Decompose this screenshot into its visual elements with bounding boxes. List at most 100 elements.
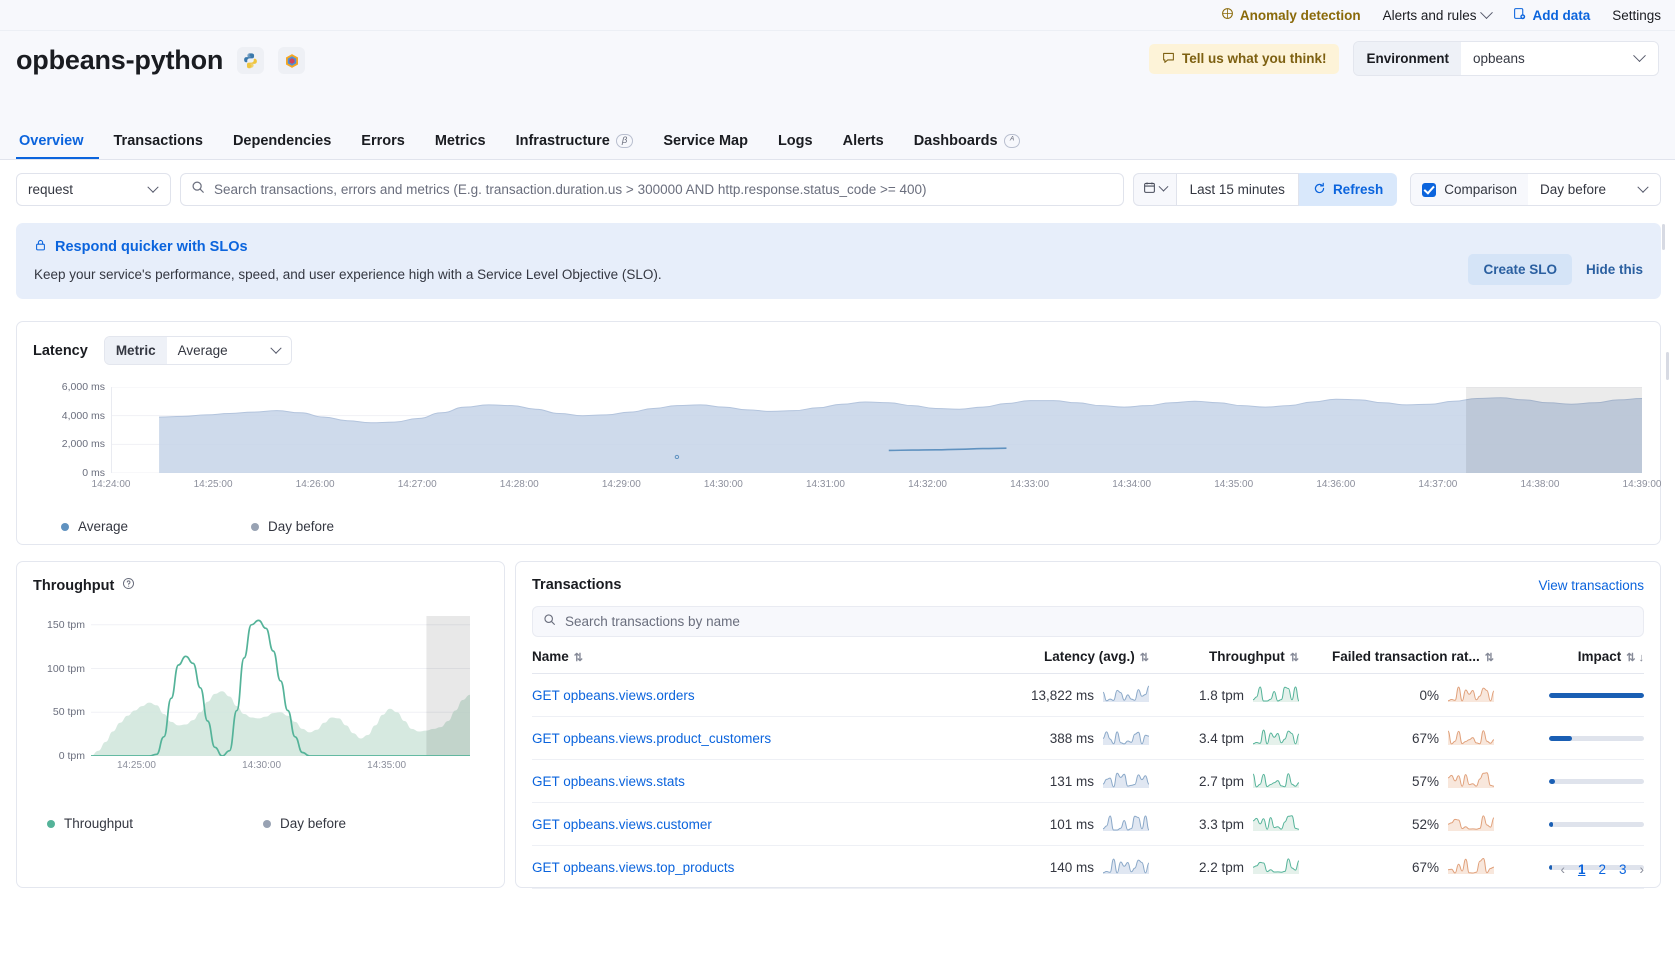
transaction-name-link[interactable]: GET opbeans.views.top_products bbox=[532, 860, 734, 875]
throughput-chart[interactable]: 0 tpm50 tpm100 tpm150 tpm 14:25:0014:30:… bbox=[33, 616, 488, 776]
legend-item[interactable]: Day before bbox=[263, 816, 346, 831]
table-row[interactable]: GET opbeans.views.top_products140 ms2.2 … bbox=[532, 846, 1644, 889]
tab-transactions[interactable]: Transactions bbox=[99, 134, 218, 160]
sort-icon[interactable]: ⇅ bbox=[574, 652, 583, 664]
x-axis-tick-label: 14:25:00 bbox=[117, 760, 156, 771]
pagination-prev[interactable]: ‹ bbox=[1560, 862, 1565, 877]
tab-dependencies[interactable]: Dependencies bbox=[218, 134, 346, 160]
failed-rate-cell-sparkline bbox=[1448, 728, 1494, 748]
legend-item[interactable]: Throughput bbox=[47, 816, 263, 831]
apm-service-overview-page: Anomaly detection Alerts and rules Add d… bbox=[0, 0, 1675, 957]
sort-icon[interactable]: ⇅ bbox=[1290, 652, 1299, 664]
transactions-search-input[interactable]: Search transactions by name bbox=[532, 606, 1644, 637]
refresh-label: Refresh bbox=[1333, 182, 1383, 197]
sort-icon[interactable]: ⇅ bbox=[1485, 652, 1494, 664]
tab-errors[interactable]: Errors bbox=[346, 134, 420, 160]
tab-service-map[interactable]: Service Map bbox=[648, 134, 763, 160]
x-axis-tick-label: 14:24:00 bbox=[92, 479, 131, 490]
latency-chart[interactable]: 0 ms2,000 ms4,000 ms6,000 ms 14:24:00 14:… bbox=[33, 387, 1644, 495]
tab-label: Dashboards bbox=[914, 134, 998, 149]
x-axis-tick-label: 14:34:00 bbox=[1112, 479, 1151, 490]
throughput-cell-sparkline bbox=[1253, 857, 1299, 877]
latency-cell-value: 131 ms bbox=[1050, 774, 1094, 789]
column-header-label: Latency (avg.) bbox=[1044, 649, 1135, 664]
panel-scrollbar[interactable] bbox=[1662, 224, 1665, 250]
transaction-name-cell: GET opbeans.views.product_customers bbox=[532, 717, 974, 760]
latency-y-axis: 0 ms2,000 ms4,000 ms6,000 ms bbox=[33, 387, 111, 473]
date-range-value[interactable]: Last 15 minutes bbox=[1177, 173, 1299, 206]
create-slo-button[interactable]: Create SLO bbox=[1468, 254, 1572, 285]
table-row[interactable]: GET opbeans.views.stats 131 ms 2.7 tpm 57% bbox=[532, 760, 1644, 803]
hide-this-button[interactable]: Hide this bbox=[1586, 262, 1643, 277]
tab-infrastructure[interactable]: Infrastructureβ bbox=[501, 134, 649, 160]
failed-rate-cell: 57% bbox=[1299, 760, 1494, 803]
transaction-name-link[interactable]: GET opbeans.views.stats bbox=[532, 774, 685, 789]
view-transactions-link[interactable]: View transactions bbox=[1538, 578, 1644, 593]
anomaly-detection-button[interactable]: Anomaly detection bbox=[1221, 7, 1361, 23]
slo-callout: Respond quicker with SLOs Keep your serv… bbox=[16, 223, 1661, 299]
throughput-cell: 1.8 tpm bbox=[1149, 674, 1299, 717]
refresh-button[interactable]: Refresh bbox=[1299, 173, 1397, 206]
column-header-name[interactable]: Name⇅ bbox=[532, 639, 974, 674]
column-header-latency-avg[interactable]: Latency (avg.) ⇅ bbox=[974, 639, 1149, 674]
tab-label: Alerts bbox=[843, 134, 884, 149]
settings-button[interactable]: Settings bbox=[1612, 8, 1661, 23]
y-axis-tick-label: 6,000 ms bbox=[62, 381, 105, 393]
table-row[interactable]: GET opbeans.views.product_customers 388 m… bbox=[532, 717, 1644, 760]
column-header-impact[interactable]: Impact⇅ ↓ bbox=[1494, 639, 1644, 674]
throughput-panel: Throughput 0 tpm50 tpm100 tpm150 tpm 14:… bbox=[16, 561, 505, 888]
comparison-select[interactable]: Day before bbox=[1528, 174, 1660, 205]
tab-metrics[interactable]: Metrics bbox=[420, 134, 501, 160]
comparison-checkbox[interactable]: Comparison bbox=[1411, 174, 1528, 205]
pagination-page-2[interactable]: 2 bbox=[1598, 862, 1606, 877]
table-row[interactable]: GET opbeans.views.orders 13,822 ms 1.8 tpm… bbox=[532, 674, 1644, 717]
transaction-name-link[interactable]: GET opbeans.views.customer bbox=[532, 817, 712, 832]
slo-callout-body: Keep your service's performance, speed, … bbox=[34, 267, 1643, 282]
latency-cell-sparkline bbox=[1103, 728, 1149, 748]
transaction-type-select[interactable]: request bbox=[16, 173, 171, 206]
sort-icon[interactable]: ⇅ bbox=[1140, 652, 1149, 664]
table-row[interactable]: GET opbeans.views.customer101 ms3.3 tpm5… bbox=[532, 803, 1644, 846]
pagination-page-1[interactable]: 1 bbox=[1578, 862, 1586, 877]
tab-alerts[interactable]: Alerts bbox=[828, 134, 899, 160]
tab-dashboards[interactable]: Dashboardsᴬ bbox=[899, 134, 1035, 160]
latency-cell: 131 ms bbox=[974, 760, 1149, 803]
environment-select[interactable]: opbeans bbox=[1461, 42, 1658, 75]
feedback-button[interactable]: Tell us what you think! bbox=[1149, 44, 1340, 74]
calendar-quickmenu-button[interactable] bbox=[1133, 173, 1177, 206]
tab-overview[interactable]: Overview bbox=[16, 134, 99, 160]
alerts-and-rules-menu[interactable]: Alerts and rules bbox=[1383, 8, 1492, 23]
add-data-label: Add data bbox=[1532, 8, 1590, 23]
impact-bar bbox=[1549, 822, 1644, 827]
legend-item[interactable]: Average bbox=[61, 519, 251, 534]
add-data-button[interactable]: Add data bbox=[1513, 7, 1590, 23]
column-header-throughput[interactable]: Throughput⇅ bbox=[1149, 639, 1299, 674]
pagination-page-3[interactable]: 3 bbox=[1619, 862, 1627, 877]
failed-rate-cell: 67% bbox=[1299, 846, 1494, 889]
throughput-y-axis: 0 tpm50 tpm100 tpm150 tpm bbox=[33, 616, 91, 756]
impact-bar bbox=[1549, 736, 1644, 741]
tab-logs[interactable]: Logs bbox=[763, 134, 828, 160]
metric-select[interactable]: Average bbox=[167, 337, 291, 364]
pagination-next[interactable]: › bbox=[1640, 862, 1645, 877]
pagination: ‹ 123 › bbox=[1560, 862, 1644, 877]
column-header-failed-transaction-rat[interactable]: Failed transaction rat...⇅ bbox=[1299, 639, 1494, 674]
x-axis-tick-label: 14:35:00 bbox=[1214, 479, 1253, 490]
throughput-cell-value: 2.7 tpm bbox=[1199, 774, 1244, 789]
latency-cell-value: 388 ms bbox=[1050, 731, 1094, 746]
transactions-table: Name⇅Latency (avg.)⇅Throughput⇅Failed tr… bbox=[532, 639, 1644, 889]
latency-cell-value: 13,822 ms bbox=[1031, 688, 1094, 703]
x-axis-tick-label: 14:37:00 bbox=[1418, 479, 1457, 490]
transaction-name-link[interactable]: GET opbeans.views.product_customers bbox=[532, 731, 771, 746]
sort-icon[interactable]: ⇅ ↓ bbox=[1626, 652, 1644, 664]
help-icon[interactable] bbox=[122, 577, 135, 594]
latency-cell: 140 ms bbox=[974, 846, 1149, 889]
legend-item[interactable]: Day before bbox=[251, 519, 334, 534]
failed-rate-cell-sparkline bbox=[1448, 814, 1494, 834]
panel-scrollbar[interactable] bbox=[1666, 352, 1669, 380]
search-input[interactable]: Search transactions, errors and metrics … bbox=[180, 173, 1124, 206]
throughput-cell-sparkline bbox=[1253, 771, 1299, 791]
latency-cell-value: 140 ms bbox=[1050, 860, 1094, 875]
y-axis-tick-label: 0 ms bbox=[82, 467, 105, 479]
transaction-name-link[interactable]: GET opbeans.views.orders bbox=[532, 688, 695, 703]
